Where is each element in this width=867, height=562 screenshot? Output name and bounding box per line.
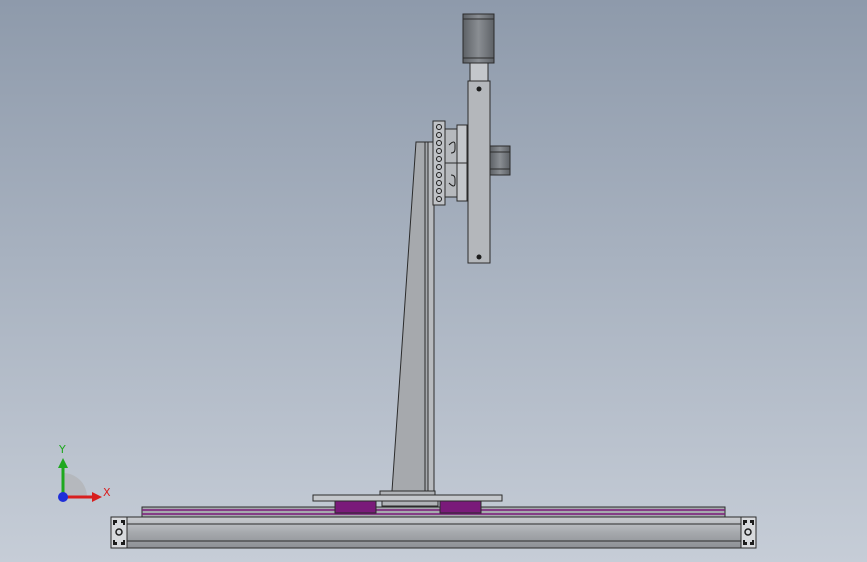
z-axis-dot — [58, 492, 68, 502]
carriage-block-right — [439, 500, 482, 514]
linear-guide-rail — [141, 506, 726, 518]
graphics-viewport[interactable]: Y X — [0, 0, 867, 562]
stepper-motor — [462, 13, 495, 82]
x-axis-arrowhead — [92, 492, 102, 502]
extrusion-end-right — [740, 516, 757, 549]
extrusion-end-left — [110, 516, 128, 549]
drive-chain — [432, 120, 446, 206]
triad-y-label: Y — [59, 443, 66, 456]
y-axis-arrowhead — [58, 458, 68, 468]
triad-x-label: X — [103, 486, 111, 499]
base-extrusion — [110, 516, 757, 549]
cad-model-side-view[interactable] — [0, 0, 867, 562]
linear-actuator — [467, 80, 491, 264]
orientation-triad[interactable] — [58, 458, 102, 502]
side-gear-motor — [489, 145, 511, 176]
carriage-block-left — [334, 500, 377, 514]
upright-column — [391, 141, 435, 492]
bearing-housing — [444, 124, 468, 202]
